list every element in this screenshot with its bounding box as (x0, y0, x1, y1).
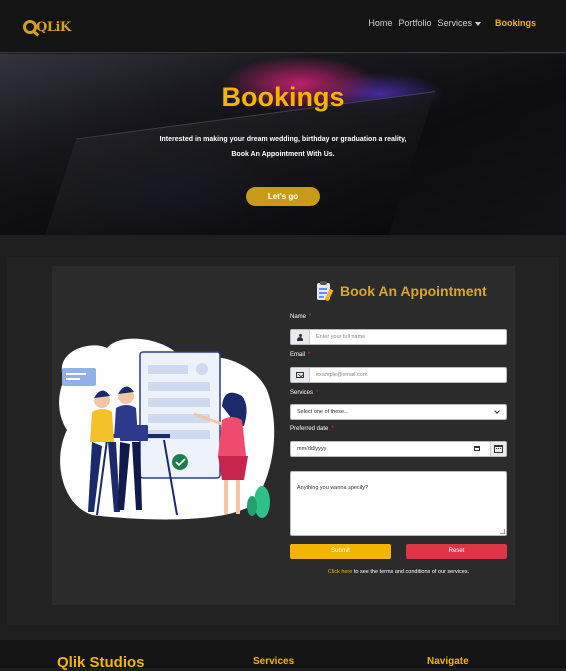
required-marker: * (308, 352, 311, 358)
message-textarea[interactable]: Anything you wanna specify? (290, 471, 507, 536)
services-label-text: Services (290, 390, 314, 396)
services-label: Services * (290, 390, 318, 396)
brand-logo[interactable]: QLiK (23, 18, 71, 38)
nav-portfolio[interactable]: Portfolio (398, 18, 431, 28)
envelope-icon (296, 372, 304, 378)
services-select[interactable]: Select one of these... (290, 404, 507, 420)
nav-services-label: Services (437, 18, 472, 28)
hero-subtitle-line1: Interested in making your dream wedding,… (159, 136, 407, 143)
message-placeholder: Anything you wanna specify? (297, 485, 369, 491)
team-meeting-illustration: 8 (59, 338, 275, 520)
terms-text: to see the terms and conditions of our s… (352, 569, 470, 575)
email-label-text: Email (290, 352, 306, 358)
hero-banner: Bookings Interested in making your dream… (0, 54, 566, 235)
nav-home[interactable]: Home (368, 18, 392, 28)
footer-navigate-heading: Navigate (427, 656, 469, 667)
hero-title: Bookings (221, 82, 345, 112)
form-title: Book An Appointment (316, 281, 487, 302)
nav-bookings[interactable]: Bookings (495, 18, 536, 28)
nav-menu: Home Portfolio Services Bookings (368, 18, 536, 28)
calendar-addon (490, 442, 506, 456)
footer: Qlik Studios Services Navigate (0, 640, 566, 671)
name-placeholder: Enter your full name (316, 334, 366, 340)
required-marker: * (331, 426, 334, 432)
logo-mark-icon (23, 20, 37, 34)
email-field[interactable]: example@email.com (290, 367, 507, 383)
reset-button[interactable]: Reset (406, 544, 507, 559)
email-addon (291, 368, 310, 382)
calendar-icon (494, 445, 503, 453)
name-label-text: Name (290, 314, 307, 320)
date-placeholder: mm/dd/yyyy (297, 446, 327, 452)
terms-link[interactable]: Click here (328, 569, 352, 575)
required-marker: * (309, 314, 312, 320)
preferred-date-field[interactable]: mm/dd/yyyy (290, 441, 507, 457)
nav-services[interactable]: Services (437, 18, 481, 28)
logo-text: QLiK (36, 20, 71, 35)
date-label: Preferred date * (290, 426, 334, 432)
footer-services-heading: Services (253, 656, 295, 667)
name-label: Name * (290, 314, 311, 320)
calendar-picker-icon[interactable] (474, 446, 480, 451)
footer-brand: Qlik Studios (57, 654, 145, 671)
form-title-text: Book An Appointment (340, 283, 487, 299)
email-label: Email * (290, 352, 310, 358)
name-field[interactable]: Enter your full name (290, 329, 507, 345)
top-navbar: QLiK Home Portfolio Services Bookings (0, 0, 566, 53)
email-placeholder: example@email.com (316, 372, 368, 378)
required-marker: * (316, 390, 319, 396)
name-addon (291, 330, 310, 344)
submit-button[interactable]: Submit (290, 544, 391, 559)
person-icon (297, 333, 304, 341)
hero-subtitle-line2: Book An Appointment With Us. (231, 151, 335, 158)
chevron-down-icon (494, 408, 500, 414)
lets-go-button[interactable]: Let's go (246, 187, 320, 206)
services-selected-value: Select one of these... (297, 409, 349, 415)
terms-note: Click here to see the terms and conditio… (290, 569, 507, 575)
clipboard-icon (316, 281, 334, 302)
date-label-text: Preferred date (290, 426, 329, 432)
resize-handle-icon[interactable] (500, 529, 505, 534)
caret-down-icon (474, 21, 481, 26)
